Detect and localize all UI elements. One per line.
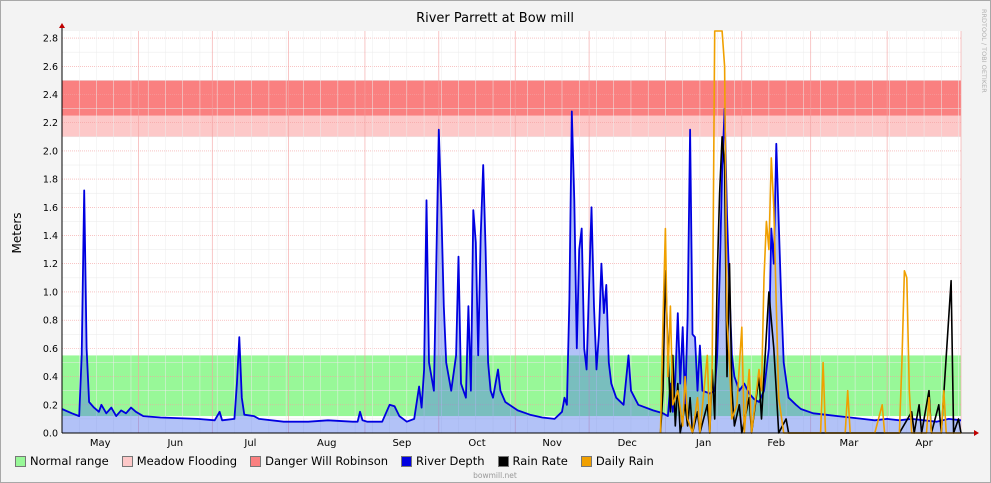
y-tick-label: 0.2 bbox=[43, 400, 58, 411]
y-tick-label: 1.2 bbox=[43, 259, 58, 270]
footer-text: bowmill.net bbox=[473, 471, 517, 480]
legend-item-river-depth: River Depth bbox=[401, 454, 485, 468]
y-tick-label: 1.6 bbox=[43, 203, 58, 214]
y-tick-label: 2.2 bbox=[43, 118, 58, 129]
x-tick-label: Oct bbox=[468, 438, 485, 449]
legend-item-danger: Danger Will Robinson bbox=[250, 454, 388, 468]
legend-item-rain-rate: Rain Rate bbox=[497, 454, 568, 468]
chart-canvas: River Parrett at Bow mill Meters RRDTOOL… bbox=[10, 9, 988, 480]
y-tick-label: 2.0 bbox=[43, 146, 58, 157]
y-tick-label: 1.0 bbox=[43, 287, 58, 298]
y-tick-label: 2.4 bbox=[43, 90, 58, 101]
band-2 bbox=[62, 80, 961, 116]
y-tick-label: 0.4 bbox=[43, 372, 58, 383]
y-tick-label: 0.6 bbox=[43, 344, 58, 355]
x-tick-label: Mar bbox=[839, 438, 859, 449]
y-axis-label: Meters bbox=[10, 212, 24, 253]
chart-title: River Parrett at Bow mill bbox=[416, 11, 574, 26]
x-tick-label: Jan bbox=[695, 438, 711, 449]
x-tick-label: Nov bbox=[542, 438, 562, 449]
legend-item-daily-rain: Daily Rain bbox=[580, 454, 654, 468]
legend-swatch bbox=[580, 455, 592, 467]
legend-swatch bbox=[401, 455, 413, 467]
y-axis-arrow-icon bbox=[59, 23, 65, 28]
legend: Normal range Meadow Flooding Danger Will… bbox=[15, 454, 654, 468]
y-tick-label: 0.0 bbox=[43, 429, 58, 440]
watermark: RRDTOOL / TOBI OETIKER bbox=[980, 9, 988, 93]
legend-label: Danger Will Robinson bbox=[265, 454, 389, 468]
x-axis-arrow-icon bbox=[974, 430, 979, 436]
legend-swatch bbox=[121, 455, 133, 467]
y-tick-label: 2.6 bbox=[43, 62, 58, 73]
legend-swatch bbox=[250, 455, 262, 467]
legend-swatch bbox=[15, 455, 26, 467]
x-tick-label: May bbox=[90, 438, 111, 449]
x-tick-label: Jun bbox=[166, 438, 183, 449]
legend-label: River Depth bbox=[416, 454, 485, 468]
legend-swatch bbox=[497, 455, 509, 467]
x-tick-label: Sep bbox=[392, 438, 411, 449]
legend-label: Daily Rain bbox=[595, 454, 654, 468]
band-1 bbox=[62, 115, 961, 137]
x-tick-label: Aug bbox=[317, 438, 337, 449]
x-tick-label: Jul bbox=[243, 438, 256, 449]
y-tick-label: 1.4 bbox=[43, 231, 58, 242]
x-tick-label: Apr bbox=[915, 438, 933, 449]
x-tick-label: Feb bbox=[767, 438, 785, 449]
y-tick-label: 0.8 bbox=[43, 316, 58, 327]
y-tick-label: 2.8 bbox=[43, 34, 58, 45]
legend-item-meadow-flooding: Meadow Flooding bbox=[121, 454, 238, 468]
legend-label: Normal range bbox=[30, 454, 109, 468]
legend-label: Rain Rate bbox=[512, 454, 568, 468]
x-tick-label: Dec bbox=[618, 438, 637, 449]
legend-label: Meadow Flooding bbox=[136, 454, 238, 468]
plot-area: 0.0 0.2 0.4 0.6 0.8 1.0 1.2 1.4 1.6 1.8 2.0 2.2 2.4 2… bbox=[43, 23, 979, 449]
y-tick-label: 1.8 bbox=[43, 175, 58, 186]
chart-frame: River Parrett at Bow mill Meters RRDTOOL… bbox=[0, 0, 991, 483]
legend-item-normal-range: Normal range bbox=[15, 454, 109, 468]
